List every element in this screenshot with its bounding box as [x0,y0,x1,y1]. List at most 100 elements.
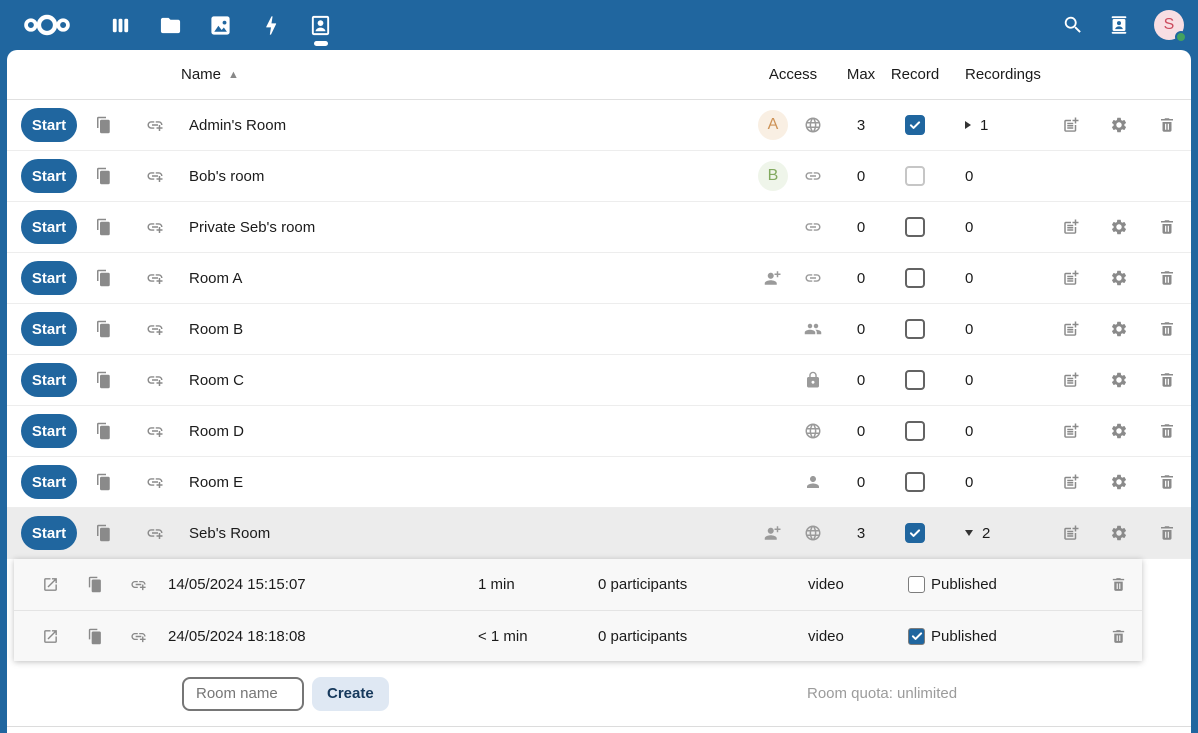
copy-room-link-icon[interactable] [94,167,112,185]
record-checkbox[interactable] [905,319,925,339]
recording-row[interactable]: 24/05/2024 18:18:08 < 1 min 0 participan… [14,610,1142,661]
folder-icon[interactable] [159,14,182,37]
room-row[interactable]: Start Bob's room B 0 0 [7,151,1191,202]
record-checkbox[interactable] [905,421,925,441]
contacts-menu-icon[interactable] [1108,14,1130,36]
record-checkbox[interactable] [905,268,925,288]
record-checkbox[interactable] [905,472,925,492]
room-row[interactable]: Start Room C 0 0 [7,355,1191,406]
recordings-toggle[interactable]: 0 [941,151,1047,201]
delete-recording-trash-icon[interactable] [1110,576,1127,593]
recordings-toggle[interactable]: 2 [941,508,1047,558]
start-room-button[interactable]: Start [21,465,77,499]
nextcloud-logo-icon[interactable] [18,11,76,39]
published-checkbox[interactable] [908,628,925,645]
photos-icon[interactable] [209,14,232,37]
add-link-icon[interactable] [146,269,164,287]
room-row[interactable]: Start Room E 0 0 [7,457,1191,508]
recordings-toggle[interactable]: 0 [941,253,1047,303]
start-room-button[interactable]: Start [21,363,77,397]
edit-details-icon[interactable] [1062,320,1080,338]
add-link-icon[interactable] [146,422,164,440]
edit-details-icon[interactable] [1062,473,1080,491]
delete-room-trash-icon[interactable] [1158,524,1176,542]
add-link-icon[interactable] [146,116,164,134]
open-recording-icon[interactable] [42,628,59,645]
add-link-icon[interactable] [146,524,164,542]
conference-icon[interactable] [309,14,332,37]
delete-room-trash-icon[interactable] [1158,473,1176,491]
start-room-button[interactable]: Start [21,261,77,295]
room-settings-gear-icon[interactable] [1110,218,1128,236]
copy-room-link-icon[interactable] [94,218,112,236]
room-row[interactable]: Start Admin's Room A 3 1 [7,100,1191,151]
add-recording-link-icon[interactable] [130,576,147,593]
copy-room-link-icon[interactable] [94,320,112,338]
copy-room-link-icon[interactable] [94,371,112,389]
edit-details-icon[interactable] [1062,524,1080,542]
record-checkbox[interactable] [905,115,925,135]
add-link-icon[interactable] [146,371,164,389]
sort-asc-icon[interactable]: ▲ [228,69,239,81]
column-header-name[interactable]: Name [181,66,221,83]
recordings-toggle[interactable]: 0 [941,406,1047,456]
room-settings-gear-icon[interactable] [1110,422,1128,440]
start-room-button[interactable]: Start [21,312,77,346]
copy-room-link-icon[interactable] [94,116,112,134]
copy-recording-link-icon[interactable] [86,576,103,593]
record-checkbox[interactable] [905,166,925,186]
copy-recording-link-icon[interactable] [86,628,103,645]
add-link-icon[interactable] [146,473,164,491]
dashboard-icon[interactable] [109,14,132,37]
edit-details-icon[interactable] [1062,422,1080,440]
room-row[interactable]: Start Private Seb's room 0 0 [7,202,1191,253]
room-settings-gear-icon[interactable] [1110,473,1128,491]
recording-row[interactable]: 14/05/2024 15:15:07 1 min 0 participants… [14,559,1142,610]
add-link-icon[interactable] [146,218,164,236]
room-settings-gear-icon[interactable] [1110,524,1128,542]
add-link-icon[interactable] [146,167,164,185]
start-room-button[interactable]: Start [21,516,77,550]
room-row[interactable]: Start Seb's Room 3 2 [7,508,1191,559]
room-settings-gear-icon[interactable] [1110,269,1128,287]
edit-details-icon[interactable] [1062,269,1080,287]
record-checkbox[interactable] [905,370,925,390]
room-settings-gear-icon[interactable] [1110,371,1128,389]
copy-room-link-icon[interactable] [94,473,112,491]
room-row[interactable]: Start Room D 0 0 [7,406,1191,457]
create-room-button[interactable]: Create [312,677,389,711]
edit-details-icon[interactable] [1062,116,1080,134]
room-name-input[interactable] [182,677,304,711]
edit-details-icon[interactable] [1062,218,1080,236]
room-settings-gear-icon[interactable] [1110,116,1128,134]
avatar[interactable]: S [1154,10,1184,40]
search-icon[interactable] [1062,14,1084,36]
start-room-button[interactable]: Start [21,414,77,448]
recordings-toggle[interactable]: 0 [941,304,1047,354]
edit-details-icon[interactable] [1062,371,1080,389]
recordings-toggle[interactable]: 0 [941,202,1047,252]
delete-recording-trash-icon[interactable] [1110,628,1127,645]
activity-icon[interactable] [259,14,282,37]
delete-room-trash-icon[interactable] [1158,320,1176,338]
published-checkbox[interactable] [908,576,925,593]
copy-room-link-icon[interactable] [94,422,112,440]
start-room-button[interactable]: Start [21,210,77,244]
delete-room-trash-icon[interactable] [1158,269,1176,287]
recordings-toggle[interactable]: 0 [941,457,1047,507]
delete-room-trash-icon[interactable] [1158,422,1176,440]
add-recording-link-icon[interactable] [130,628,147,645]
copy-room-link-icon[interactable] [94,524,112,542]
room-row[interactable]: Start Room B 0 0 [7,304,1191,355]
start-room-button[interactable]: Start [21,108,77,142]
delete-room-trash-icon[interactable] [1158,116,1176,134]
add-link-icon[interactable] [146,320,164,338]
recordings-toggle[interactable]: 1 [941,100,1047,150]
room-row[interactable]: Start Room A 0 0 [7,253,1191,304]
start-room-button[interactable]: Start [21,159,77,193]
record-checkbox[interactable] [905,523,925,543]
delete-room-trash-icon[interactable] [1158,371,1176,389]
room-settings-gear-icon[interactable] [1110,320,1128,338]
record-checkbox[interactable] [905,217,925,237]
recordings-toggle[interactable]: 0 [941,355,1047,405]
